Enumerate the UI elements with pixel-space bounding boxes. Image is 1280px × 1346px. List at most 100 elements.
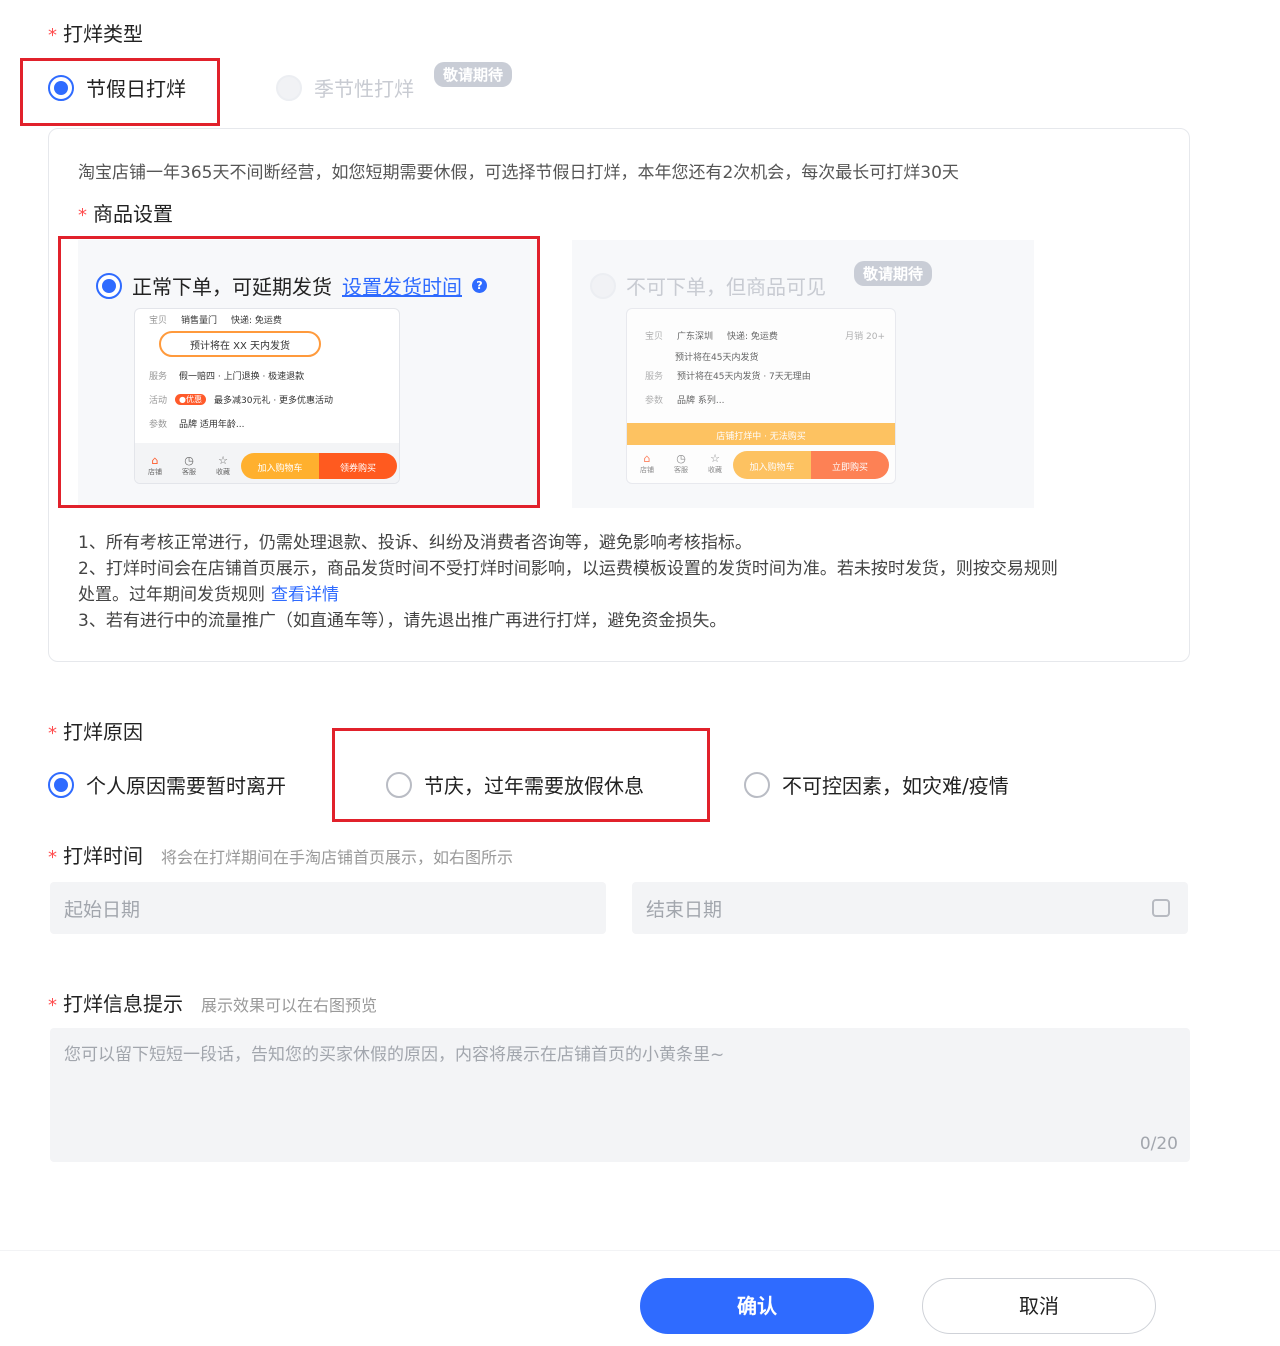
help-icon[interactable]: ? [472, 278, 487, 293]
seasonal-radio [276, 74, 302, 101]
preview-b-row2: 服务 预计将在45天内发货 · 7天无理由 [645, 369, 811, 382]
preview-b-nav-fav-label: 收藏 [708, 466, 722, 474]
end-date-placeholder: 结束日期 [646, 898, 723, 921]
favorite-icon: ☆ [710, 452, 720, 465]
reason-festival-radio[interactable] [386, 771, 412, 798]
preview-b-row1-b: 快递: 免运费 [727, 332, 778, 342]
preview-b-row2-text: 预计将在45天内发货 · 7天无理由 [677, 372, 811, 382]
goods-option-b: 不可下单，但商品可见 [590, 271, 826, 300]
info-description: 淘宝店铺一年365天不间断经营，如您短期需要休假，可选择节假日打烊，本年您还有2… [78, 163, 959, 183]
reason-option-personal[interactable]: 个人原因需要暂时离开 [48, 770, 286, 799]
option-b-label: 不可下单，但商品可见 [626, 275, 826, 299]
message-label: 打烊信息提示 [63, 992, 183, 1016]
cancel-button[interactable]: 取消 [922, 1278, 1156, 1334]
end-date-input[interactable]: 结束日期 [632, 882, 1188, 934]
preview-a-promo-pill: ●优惠 [175, 394, 206, 405]
preview-b-nav-service-label: 客服 [674, 466, 688, 474]
message-placeholder: 您可以留下短短一段话，告知您的买家休假的原因，内容将展示在店铺首页的小黄条里~ [64, 1045, 725, 1065]
preview-b-closed-banner: 店铺打烊中 · 无法购买 [627, 423, 895, 445]
reason-option-festival[interactable]: 节庆，过年需要放假休息 [386, 770, 644, 799]
notes-list: 1、所有考核正常进行，仍需处理退款、投诉、纠纷及消费者咨询等，避免影响考核指标。… [78, 530, 1168, 634]
preview-a-row3-text: 最多减30元礼 · 更多优惠活动 [214, 396, 334, 406]
option-a-radio[interactable] [96, 272, 122, 299]
preview-a-notice-text: 预计将在 XX 天内发货 [189, 341, 291, 352]
message-textarea[interactable]: 您可以留下短短一段话，告知您的买家休假的原因，内容将展示在店铺首页的小黄条里~ … [50, 1028, 1190, 1162]
message-section-heading: * 打烊信息提示 展示效果可以在右图预览 [48, 988, 377, 1017]
option-b-coming-badge: 敬请期待 [854, 261, 933, 286]
preview-a-nav-shop-label: 店铺 [148, 468, 162, 476]
reason-option-force-majeure[interactable]: 不可控因素，如灾难/疫情 [744, 770, 1009, 799]
set-shipping-time-link[interactable]: 设置发货时间 [342, 271, 462, 300]
preview-b-banner-text: 店铺打烊中 · 无法购买 [716, 432, 806, 442]
preview-a-row3: 活动 ●优惠 最多减30元礼 · 更多优惠活动 [149, 393, 333, 406]
type-option-seasonal: 季节性打烊 [276, 73, 414, 102]
preview-b-row2-left: 服务 [645, 372, 664, 382]
preview-a-nav-fav: ☆ 收藏 [213, 455, 233, 477]
preview-a-nav-service-label: 客服 [182, 468, 196, 476]
preview-b-row1-sub: 预计将在45天内发货 [675, 345, 758, 364]
note-3: 3、若有进行中的流量推广（如直通车等），请先退出推广再进行打烊，避免资金损失。 [78, 611, 727, 631]
preview-b-row3-left: 参数 [645, 396, 664, 406]
preview-a-row1-left: 宝贝 [149, 316, 168, 326]
holiday-label: 节假日打烊 [86, 77, 186, 101]
preview-b-buy-label: 立即购买 [831, 463, 868, 473]
preview-a-nav-fav-label: 收藏 [216, 468, 230, 476]
preview-b: 宝贝 广东深圳 快递: 免运费 月销 20+ 预计将在45天内发货 服务 预计将… [626, 308, 896, 484]
service-icon: ◷ [184, 454, 194, 467]
preview-a-buy-label: 领券购买 [339, 464, 376, 474]
preview-b-row1-sub-text: 预计将在45天内发货 [675, 353, 759, 363]
holiday-radio[interactable] [48, 74, 74, 101]
preview-a-nav: ⌂ 店铺 ◷ 客服 ☆ 收藏 [145, 455, 233, 477]
preview-a-cart-button: 加入购物车 [241, 453, 319, 479]
preview-b-buy-button: 立即购买 [811, 451, 889, 479]
preview-a-row3-left: 活动 [149, 396, 168, 406]
preview-b-nav-shop-label: 店铺 [640, 466, 654, 474]
preview-b-row1: 宝贝 广东深圳 快递: 免运费 月销 20+ [645, 329, 885, 342]
reason-personal-radio[interactable] [48, 771, 74, 798]
preview-a-row4-text: 品牌 适用年龄... [179, 420, 245, 430]
message-hint: 展示效果可以在右图预览 [201, 996, 378, 1015]
reason-force-majeure-radio[interactable] [744, 771, 770, 798]
view-details-link[interactable]: 查看详情 [271, 585, 339, 605]
favorite-icon: ☆ [218, 454, 228, 467]
type-label: 打烊类型 [63, 22, 143, 46]
preview-a: 宝贝 销售量门 快递: 免运费 预计将在 XX 天内发货 服务 假一赔四 · 上… [134, 308, 400, 484]
start-date-placeholder: 起始日期 [64, 898, 141, 921]
option-b-radio [590, 272, 616, 299]
seasonal-label: 季节性打烊 [314, 77, 414, 101]
goods-setting-label: 商品设置 [93, 202, 173, 226]
note-2a: 2、打烊时间会在店铺首页展示，商品发货时间不受打烊时间影响，以运费模板设置的发货… [78, 559, 1058, 579]
cancel-label: 取消 [1019, 1294, 1059, 1318]
preview-a-notice: 预计将在 XX 天内发货 [159, 331, 321, 357]
reason-section-heading: * 打烊原因 [48, 720, 143, 744]
preview-a-buy-button: 领券购买 [319, 453, 397, 479]
time-section-heading: * 打烊时间 将会在打烊期间在手淘店铺首页展示，如右图所示 [48, 840, 513, 869]
preview-a-row2: 服务 假一赔四 · 上门退换 · 极速退款 [149, 369, 304, 382]
preview-b-nav-service: ◷ 客服 [671, 453, 691, 475]
preview-a-nav-shop: ⌂ 店铺 [145, 455, 165, 477]
reason-force-majeure-label: 不可控因素，如灾难/疫情 [782, 774, 1009, 798]
shop-icon: ⌂ [643, 452, 651, 465]
time-label: 打烊时间 [63, 844, 143, 868]
preview-b-nav-fav: ☆ 收藏 [705, 453, 725, 475]
preview-a-row1-b: 快递: 免运费 [231, 316, 282, 326]
note-2b: 处置。过年期间发货规则 查看详情 [78, 582, 1168, 608]
goods-option-a[interactable]: 正常下单，可延期发货 设置发货时间 ? [96, 271, 487, 300]
preview-b-nav-shop: ⌂ 店铺 [637, 453, 657, 475]
preview-a-cart-label: 加入购物车 [257, 464, 303, 474]
reason-festival-label: 节庆，过年需要放假休息 [424, 774, 644, 798]
preview-a-row1: 宝贝 销售量门 快递: 免运费 [149, 313, 282, 326]
type-section-label: * 打烊类型 [48, 22, 143, 46]
preview-a-row2-text: 假一赔四 · 上门退换 · 极速退款 [179, 372, 305, 382]
preview-b-nav: ⌂ 店铺 ◷ 客服 ☆ 收藏 [637, 453, 725, 475]
calendar-icon[interactable] [1152, 899, 1170, 917]
start-date-input[interactable]: 起始日期 [50, 882, 606, 934]
goods-setting-heading: * 商品设置 [78, 202, 173, 226]
type-option-holiday[interactable]: 节假日打烊 [48, 73, 186, 102]
service-icon: ◷ [676, 452, 686, 465]
time-hint: 将会在打烊期间在手淘店铺首页展示，如右图所示 [161, 848, 514, 867]
reason-personal-label: 个人原因需要暂时离开 [86, 774, 286, 798]
confirm-button[interactable]: 确认 [640, 1278, 874, 1334]
preview-b-row3: 参数 品牌 系列... [645, 393, 724, 406]
preview-a-nav-service: ◷ 客服 [179, 455, 199, 477]
